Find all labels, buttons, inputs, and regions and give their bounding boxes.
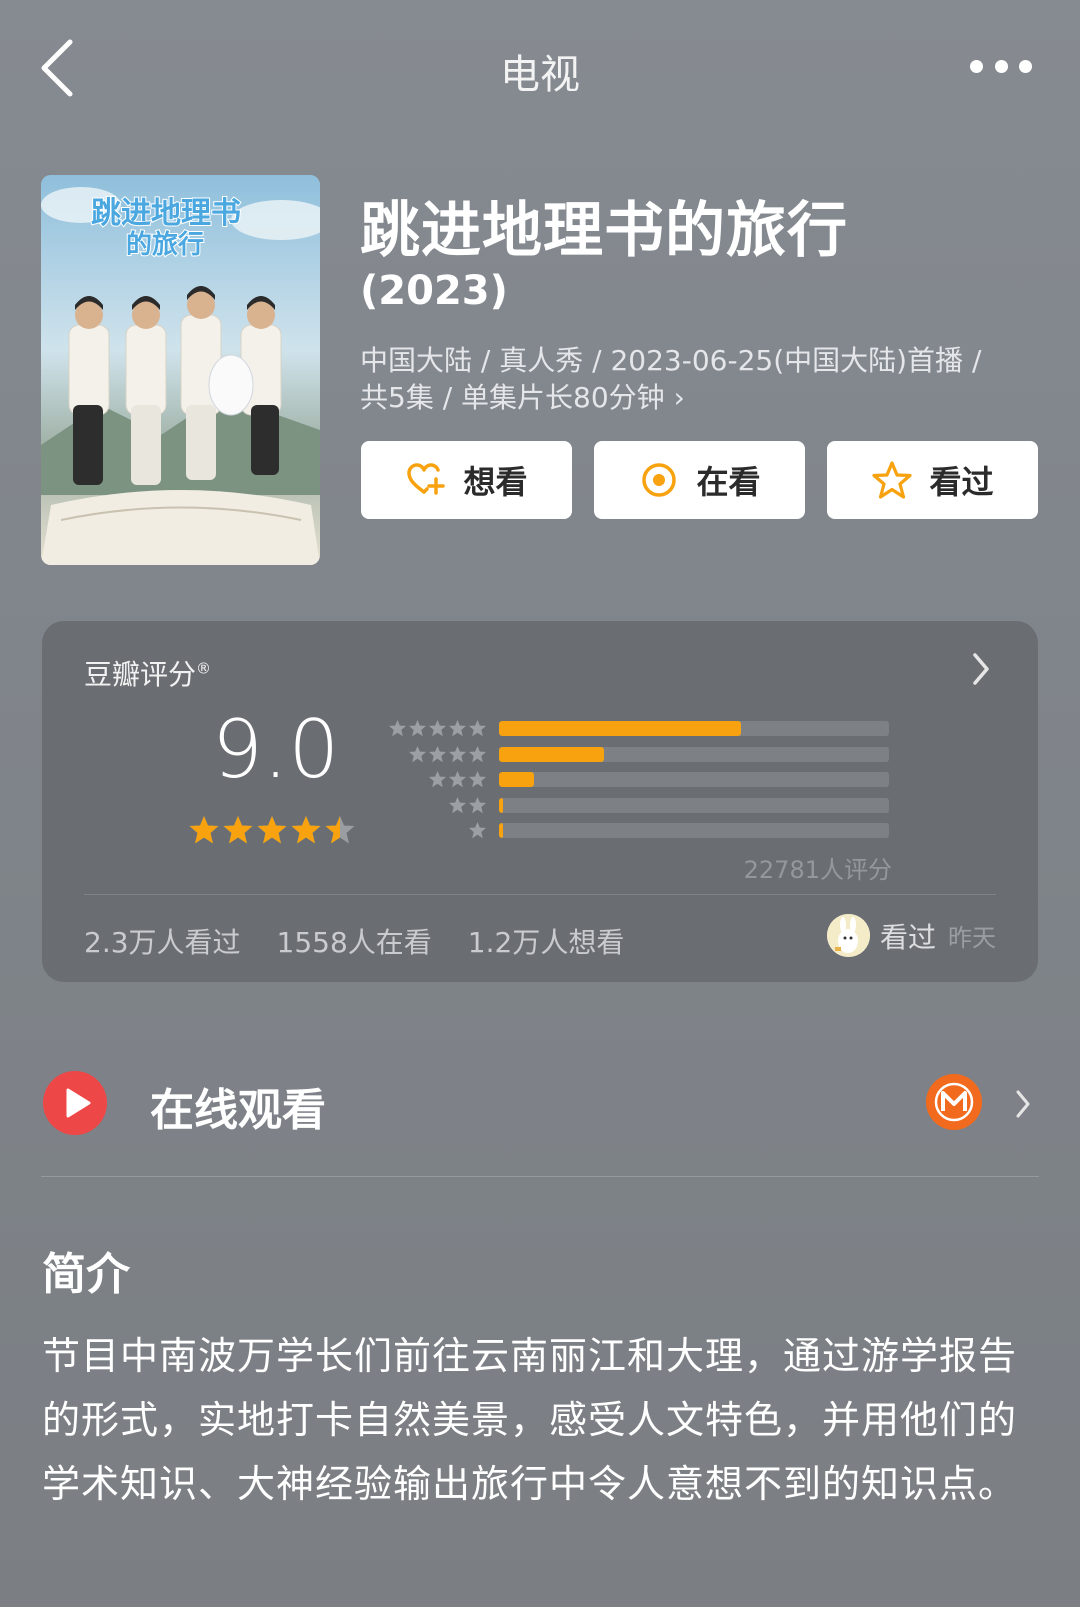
small-star-icon — [408, 720, 427, 737]
distribution-row-4-star — [387, 742, 889, 768]
star-icon — [257, 816, 287, 844]
registered-mark: ® — [196, 659, 212, 678]
synopsis-text: 节目中南波万学长们前往云南丽江和大理，通过游学报告的形式，实地打卡自然美景，感受… — [42, 1334, 1018, 1506]
small-star-icon — [448, 771, 467, 788]
distribution-track — [499, 772, 889, 788]
more-dot-icon — [970, 59, 983, 73]
poster-image[interactable]: 跳进地理书 的旅行 — [41, 175, 320, 565]
distribution-row-2-star — [387, 793, 889, 819]
distribution-stars — [387, 821, 487, 840]
small-star-icon — [468, 771, 487, 788]
distribution-track — [499, 721, 889, 737]
distribution-bar — [499, 721, 741, 737]
small-star-icon — [448, 796, 467, 814]
watching-button[interactable]: 在看 — [594, 441, 805, 519]
small-star-icon — [428, 745, 447, 763]
chevron-right-icon[interactable] — [970, 649, 992, 689]
distribution-track — [499, 746, 889, 762]
watched-button[interactable]: 看过 — [827, 441, 1038, 519]
more-dot-icon — [994, 59, 1008, 73]
subject-meta[interactable]: 中国大陆 / 真人秀 / 2023-06-25(中国大陆)首播 / 共5集 / … — [360, 342, 1050, 416]
small-star-icon — [448, 720, 467, 737]
want-to-watch-label: 想看 — [463, 463, 528, 501]
top-bar: 电视 — [0, 0, 1080, 140]
star-icon — [189, 816, 219, 844]
distribution-stars — [387, 745, 487, 764]
action-row: 想看 在看 看过 — [361, 441, 1038, 519]
distribution-track — [499, 797, 889, 813]
distribution-bar — [499, 797, 503, 813]
avatar — [826, 914, 870, 957]
distribution-bar — [499, 746, 605, 762]
more-button[interactable] — [970, 56, 1032, 76]
synopsis-title: 简介 — [42, 1249, 130, 1300]
distribution-row-1-star — [387, 818, 889, 844]
friend-time: 昨天 — [948, 924, 996, 952]
small-star-icon — [448, 745, 467, 763]
star-icon — [291, 816, 321, 844]
online-watch-label: 在线观看 — [150, 1085, 326, 1136]
svg-text:跳进地理书: 跳进地理书 — [91, 196, 241, 231]
want-to-watch-button[interactable]: 想看 — [361, 441, 572, 519]
meta-line-1: 中国大陆 / 真人秀 / 2023-06-25(中国大陆)首播 / — [360, 344, 982, 377]
score-stars — [188, 814, 356, 846]
online-watch-row[interactable]: 在线观看 — [0, 1040, 1080, 1160]
small-star-icon — [408, 745, 427, 763]
distribution-stars — [387, 796, 487, 815]
stat-watching: 1558人在看 — [276, 926, 432, 959]
friend-action: 看过 — [879, 920, 936, 954]
stat-watched: 2.3万人看过 — [84, 926, 241, 959]
distribution-stars — [387, 719, 487, 738]
poster-art: 跳进地理书 的旅行 — [41, 175, 320, 565]
watched-label: 看过 — [929, 463, 994, 501]
chevron-right-icon — [1016, 1090, 1030, 1118]
more-dot-icon — [1019, 59, 1032, 73]
small-star-icon — [468, 822, 487, 839]
subject-year: (2023) — [360, 268, 508, 314]
rating-score: 9.0 — [212, 703, 340, 796]
rating-distribution — [387, 716, 889, 844]
rating-card[interactable]: 豆瓣评分® 9.0 22781人评分 2.3万人看过 1558人在看 1.2万人… — [42, 621, 1038, 982]
friend-activity[interactable]: 看过 昨天 — [826, 914, 996, 957]
small-star-icon — [428, 771, 447, 788]
star-icon — [223, 816, 253, 844]
distribution-bar — [499, 772, 535, 788]
mango-tv-logo-icon — [926, 1074, 982, 1130]
meta-line-2: 共5集 / 单集片长80分钟 — [360, 381, 665, 414]
divider — [41, 1176, 1039, 1177]
rating-count: 22781人评分 — [743, 856, 892, 884]
watching-label: 在看 — [696, 463, 761, 501]
subject-title: 跳进地理书的旅行 — [360, 196, 848, 266]
star-outline-icon — [872, 461, 913, 499]
small-star-icon — [388, 720, 407, 737]
small-star-icon — [468, 745, 487, 763]
play-icon — [43, 1071, 107, 1135]
small-star-icon — [468, 720, 487, 737]
distribution-bar — [499, 823, 503, 839]
svg-text:的旅行: 的旅行 — [126, 229, 204, 260]
chevron-right-icon: › — [673, 381, 685, 414]
page-title: 电视 — [500, 52, 580, 98]
distribution-row-5-star — [387, 716, 889, 742]
stats-row: 2.3万人看过 1558人在看 1.2万人想看 — [84, 921, 624, 961]
small-star-icon — [468, 796, 487, 814]
divider — [84, 894, 996, 895]
small-star-icon — [428, 720, 447, 737]
target-icon — [642, 463, 677, 497]
rating-label: 豆瓣评分® — [84, 658, 212, 691]
stat-want: 1.2万人想看 — [467, 926, 625, 959]
heart-plus-icon — [407, 463, 446, 495]
distribution-track — [499, 823, 889, 839]
distribution-row-3-star — [387, 767, 889, 793]
star-icon — [325, 816, 355, 844]
distribution-stars — [387, 770, 487, 789]
